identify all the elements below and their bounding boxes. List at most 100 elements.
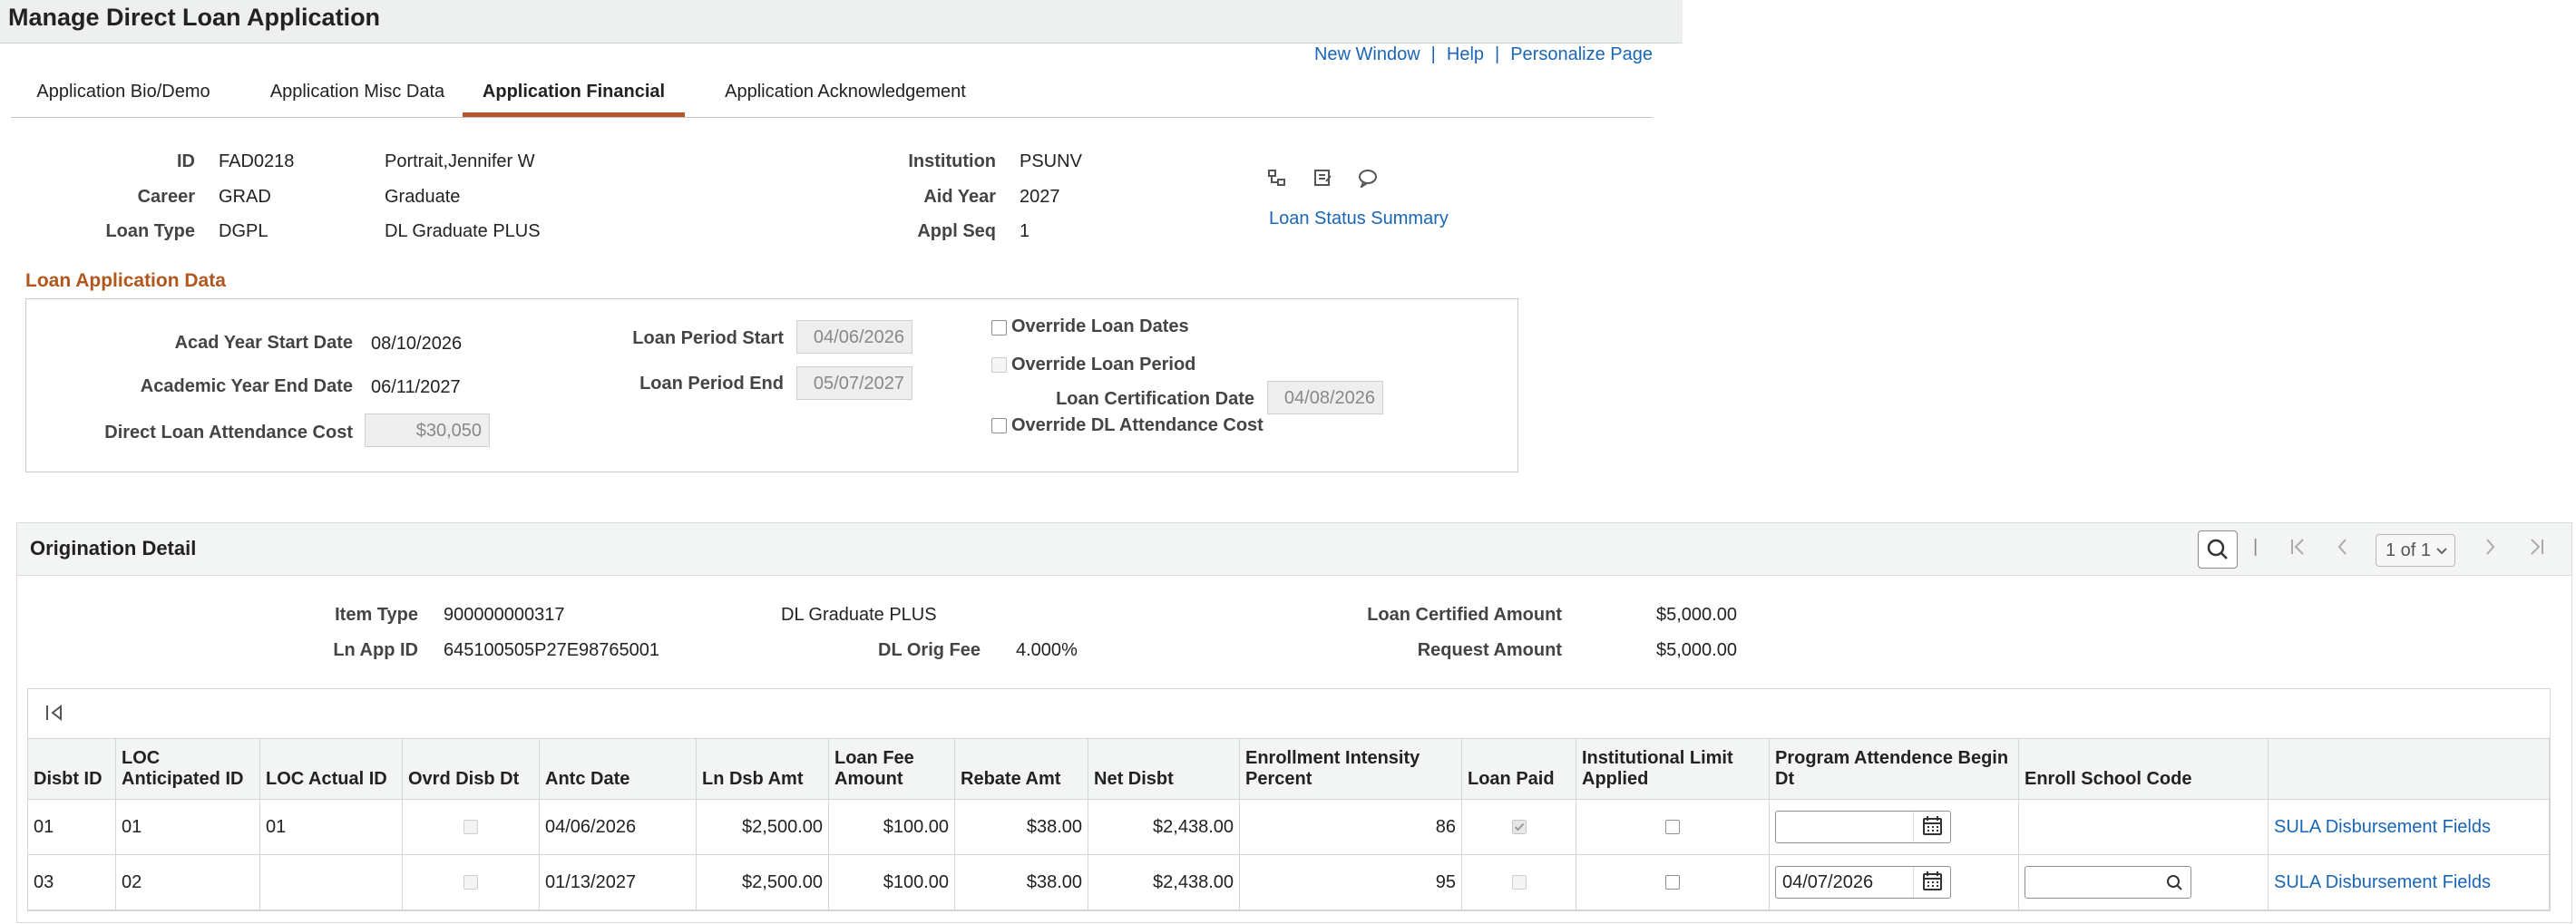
program-attendence-begin-dt-input[interactable] <box>1775 811 1951 843</box>
item-type-description: DL Graduate PLUS <box>781 605 937 625</box>
sula-link-cell: SULA Disbursement Fields <box>2268 854 2550 910</box>
loan-fee-amount-cell: $100.00 <box>828 854 955 910</box>
col-institutional-limit-applied: Institutional Limit Applied <box>1576 739 1770 800</box>
acad-year-start-value: 08/10/2026 <box>371 334 463 354</box>
tab-application-acknowledgement[interactable]: Application Acknowledgement <box>705 71 986 117</box>
program-attendence-begin-dt-value: 04/07/2026 <box>1782 872 1874 892</box>
institutional-limit-checkbox[interactable] <box>1665 875 1680 890</box>
override-loan-dates-checkbox[interactable] <box>991 320 1007 336</box>
enroll-school-code-input[interactable] <box>2025 866 2191 899</box>
career-label: Career <box>137 187 195 207</box>
loan-status-summary-link[interactable]: Loan Status Summary <box>1269 209 1449 229</box>
last-page-icon[interactable] <box>2528 537 2544 562</box>
loan-application-data-title: Loan Application Data <box>25 270 226 291</box>
id-value: FAD0218 <box>219 151 295 171</box>
page-selector[interactable]: 1 of 1 <box>2376 534 2455 567</box>
program-attendence-begin-dt-cell: 04/07/2026 <box>1769 854 2019 910</box>
institutional-limit-cell <box>1576 799 1770 855</box>
tab-application-financial[interactable]: Application Financial <box>463 71 685 117</box>
id-label: ID <box>177 151 195 171</box>
lookup-search-icon[interactable] <box>2161 867 2189 898</box>
loan-certification-date-field: 04/08/2026 <box>1267 381 1383 414</box>
col-net-disbt: Net Disbt <box>1088 739 1240 800</box>
net-disbt-cell: $2,438.00 <box>1088 799 1240 855</box>
loan-paid-checkbox <box>1511 875 1527 890</box>
disbursement-table: Disbt ID LOC Anticipated ID LOC Actual I… <box>28 739 2550 910</box>
attendance-cost-field: $30,050 <box>365 413 490 447</box>
enrollment-intensity-cell: 95 <box>1239 854 1462 910</box>
rebate-amt-cell: $38.00 <box>954 799 1088 855</box>
institutional-limit-checkbox[interactable] <box>1665 820 1680 835</box>
override-loan-period-label: Override Loan Period <box>1011 355 1196 374</box>
academic-year-end-value: 06/11/2027 <box>371 377 461 397</box>
tab-application-bio-demo[interactable]: Application Bio/Demo <box>11 71 236 117</box>
page-title: Manage Direct Loan Application <box>8 4 381 31</box>
loan-type-value: DGPL <box>219 221 268 241</box>
dl-orig-fee-unit: % <box>1061 640 1078 660</box>
link-separator: | <box>1430 44 1436 64</box>
personalize-page-link[interactable]: Personalize Page <box>1510 44 1653 64</box>
academic-year-end-label: Academic Year End Date <box>140 376 353 396</box>
col-loan-paid: Loan Paid <box>1461 739 1576 800</box>
override-dl-attendance-cost-checkbox[interactable] <box>991 418 1007 433</box>
loan-paid-checkbox-checked <box>1511 820 1527 835</box>
calendar-icon[interactable] <box>1913 867 1950 898</box>
aid-year-value: 2027 <box>1020 187 1060 207</box>
appl-seq-label: Appl Seq <box>917 221 996 241</box>
link-separator: | <box>1495 44 1500 64</box>
disbt-id-cell: 03 <box>28 854 116 910</box>
sula-disbursement-fields-link[interactable]: SULA Disbursement Fields <box>2274 872 2491 892</box>
antc-date-cell: 04/06/2026 <box>539 799 697 855</box>
new-window-link[interactable]: New Window <box>1314 44 1420 64</box>
ln-app-id-label: Ln App ID <box>333 640 418 660</box>
origination-detail-header: Origination Detail | 1 of 1 <box>17 523 2571 576</box>
table-header-row: Disbt ID LOC Anticipated ID LOC Actual I… <box>28 739 2550 800</box>
loan-fee-amount-cell: $100.00 <box>828 799 955 855</box>
attendance-cost-label: Direct Loan Attendance Cost <box>104 423 353 443</box>
tab-application-misc-data[interactable]: Application Misc Data <box>249 71 466 117</box>
request-amount-label: Request Amount <box>1417 640 1562 660</box>
collapse-columns-icon[interactable] <box>44 702 66 724</box>
comment-icon[interactable] <box>1357 168 1379 193</box>
dl-orig-fee-label: DL Orig Fee <box>878 640 981 660</box>
item-type-value: 900000000317 <box>444 605 565 625</box>
ovrd-disb-dt-checkbox <box>463 820 478 835</box>
loc-actual-id-cell: 01 <box>259 799 403 855</box>
calendar-icon[interactable] <box>1913 812 1950 842</box>
next-page-icon[interactable] <box>2484 537 2497 562</box>
loc-anticipated-id-cell: 01 <box>115 799 260 855</box>
loc-anticipated-id-cell: 02 <box>115 854 260 910</box>
dl-orig-fee-value: 4.000% <box>1016 640 1078 661</box>
override-loan-dates-label: Override Loan Dates <box>1011 316 1189 336</box>
first-page-icon[interactable] <box>2290 537 2307 562</box>
loan-type-label: Loan Type <box>105 221 195 241</box>
pager-divider: | <box>2253 537 2259 557</box>
override-loan-period-checkbox <box>991 357 1007 373</box>
col-links <box>2268 739 2550 800</box>
col-ovrd-disb-dt: Ovrd Disb Dt <box>402 739 540 800</box>
request-amount-value: $5,000.00 <box>1656 640 1737 660</box>
career-value: GRAD <box>219 187 271 207</box>
loan-certification-date-label: Loan Certification Date <box>1056 389 1254 409</box>
col-rebate-amt: Rebate Amt <box>954 739 1088 800</box>
tree-icon[interactable] <box>1267 168 1287 193</box>
col-loc-actual-id: LOC Actual ID <box>259 739 403 800</box>
institutional-limit-cell <box>1576 854 1770 910</box>
rebate-amt-cell: $38.00 <box>954 854 1088 910</box>
override-dl-attendance-cost-label: Override DL Attendance Cost <box>1011 415 1264 435</box>
program-attendence-begin-dt-input[interactable]: 04/07/2026 <box>1775 866 1951 899</box>
ln-app-id-value: 645100505P27E98765001 <box>444 640 660 660</box>
find-button[interactable] <box>2198 530 2238 569</box>
loan-period-start-label: Loan Period Start <box>632 328 784 348</box>
aid-year-label: Aid Year <box>923 187 996 207</box>
help-link[interactable]: Help <box>1447 44 1484 64</box>
notepad-icon[interactable] <box>1312 168 1332 193</box>
previous-page-icon[interactable] <box>2336 537 2348 562</box>
loan-period-start-field: 04/06/2026 <box>796 320 912 354</box>
col-disbt-id: Disbt ID <box>28 739 116 800</box>
tab-bar: Application Bio/Demo Application Misc Da… <box>11 71 1653 118</box>
antc-date-cell: 01/13/2027 <box>539 854 697 910</box>
loan-type-description: DL Graduate PLUS <box>385 221 541 241</box>
enroll-school-code-cell <box>2018 854 2269 910</box>
sula-disbursement-fields-link[interactable]: SULA Disbursement Fields <box>2274 817 2491 837</box>
